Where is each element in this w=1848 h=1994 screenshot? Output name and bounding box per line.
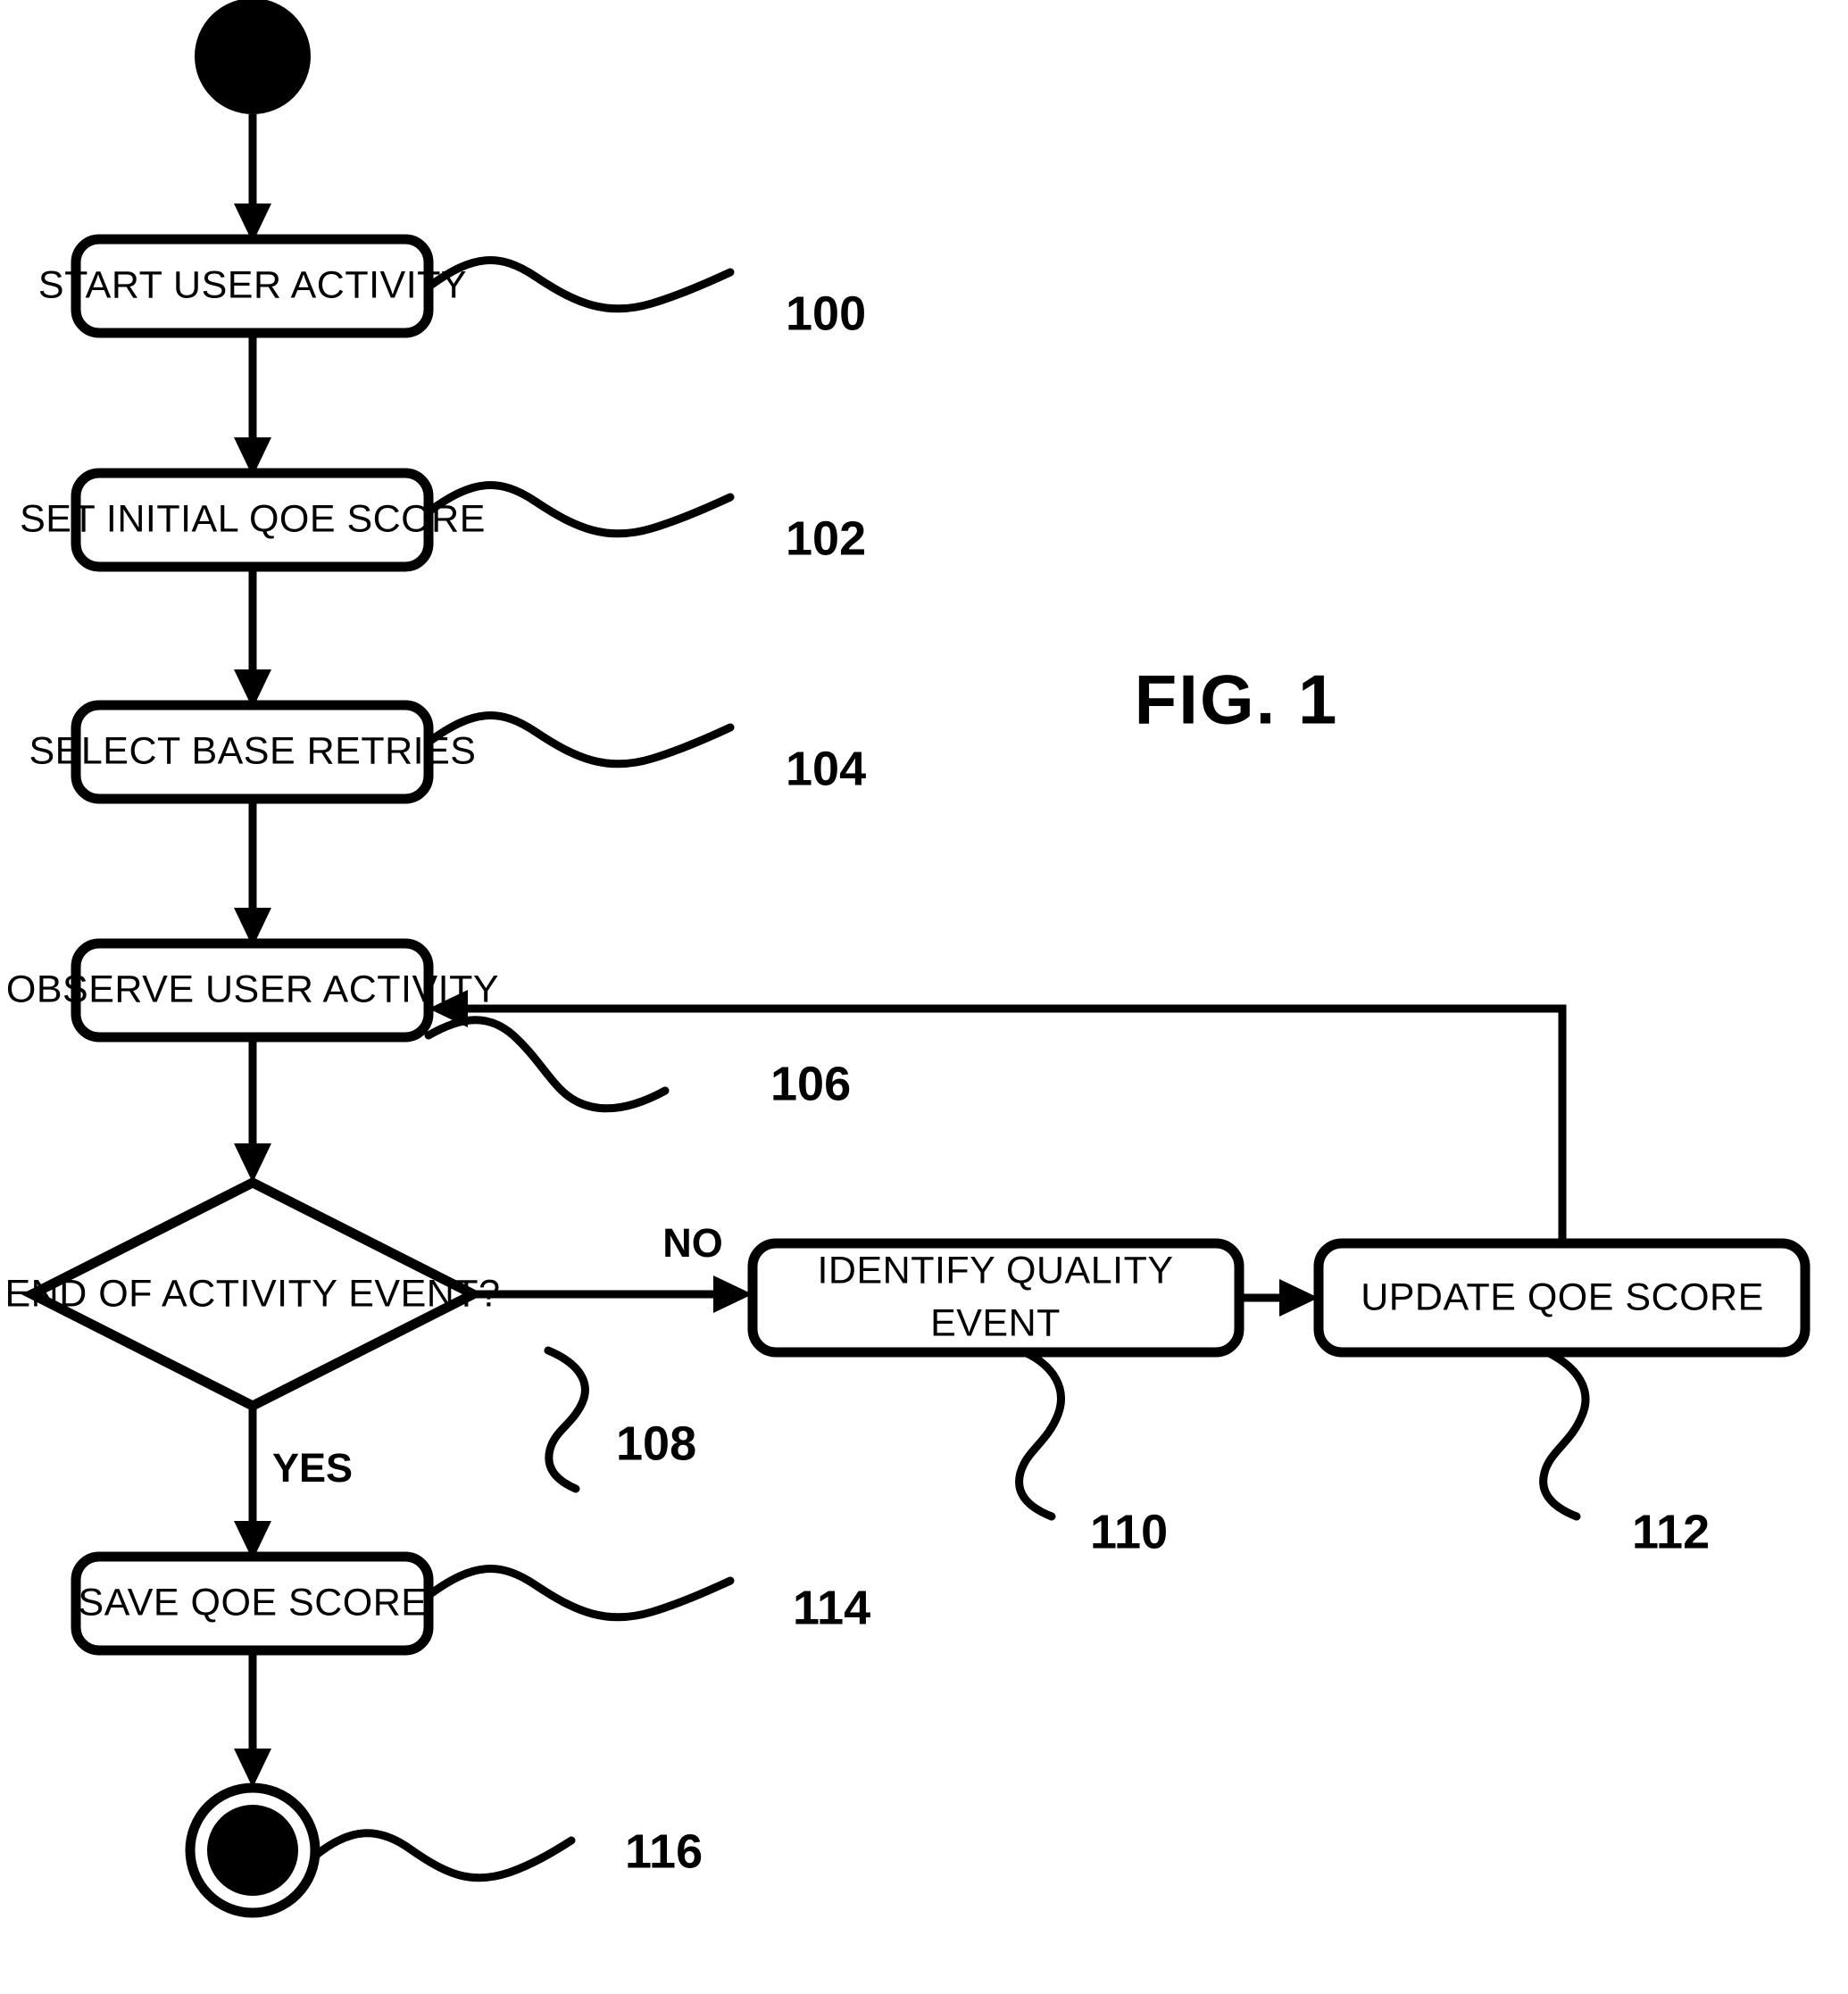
edge-104-to-106 (234, 799, 271, 947)
reference-numeral-110: 110 (1090, 1505, 1168, 1558)
edge-start-to-100 (234, 114, 271, 243)
edge-102-to-104 (234, 567, 271, 709)
reference-numeral-108: 108 (616, 1417, 696, 1470)
leader-line-116: 116 (310, 1824, 703, 1882)
reference-numeral-106: 106 (770, 1057, 851, 1110)
end-node-inner-disc (207, 1805, 298, 1896)
process-label-114: SAVE QOE SCORE (79, 1581, 428, 1624)
decision-label-108: END OF ACTIVITY EVENT? (5, 1272, 501, 1315)
edge-108-to-114: YES (234, 1406, 353, 1560)
process-label-104: SELECT BASE RETRIES (29, 729, 477, 772)
leader-line-108: 108 (544, 1346, 696, 1493)
reference-numeral-100: 100 (786, 287, 866, 340)
patent-figure-root: START USER ACTIVITY 100 SET INITIAL QOE … (0, 0, 1848, 1994)
edge-112-feedback-to-106 (429, 990, 1567, 1243)
leader-line-112: 112 (1539, 1348, 1710, 1558)
process-select-base-retries: SELECT BASE RETRIES (29, 700, 477, 804)
process-label-100: START USER ACTIVITY (38, 263, 467, 306)
figure-title: FIG. 1 (1135, 661, 1339, 739)
edge-label-yes: YES (272, 1445, 353, 1491)
process-save-qoe-score: SAVE QOE SCORE (71, 1551, 434, 1656)
leader-line-106: 106 (424, 1016, 851, 1113)
reference-numeral-114: 114 (793, 1581, 870, 1634)
start-node (195, 0, 311, 114)
edge-label-no: NO (662, 1220, 723, 1266)
edge-114-to-end (234, 1650, 271, 1788)
leader-line-102: 102 (426, 481, 866, 565)
process-label-106: OBSERVE USER ACTIVITY (6, 968, 499, 1010)
edge-106-to-108 (234, 1037, 271, 1183)
process-label-102: SET INITIAL QOE SCORE (20, 497, 486, 540)
reference-numeral-112: 112 (1632, 1505, 1710, 1558)
process-set-initial-qoe-score: SET INITIAL QOE SCORE (20, 468, 486, 572)
leader-line-100: 100 (426, 256, 866, 340)
reference-numeral-102: 102 (786, 511, 866, 565)
process-update-qoe-score: UPDATE QOE SCORE (1313, 1238, 1811, 1358)
process-label-110-line1: IDENTIFY QUALITY (817, 1249, 1173, 1292)
process-start-user-activity: START USER ACTIVITY (38, 234, 467, 338)
reference-numeral-104: 104 (786, 742, 866, 795)
leader-line-114: 114 (426, 1565, 870, 1634)
flowchart-canvas: START USER ACTIVITY 100 SET INITIAL QOE … (5, 0, 1811, 1918)
process-observe-user-activity: OBSERVE USER ACTIVITY (6, 938, 499, 1043)
decision-end-of-activity-event: END OF ACTIVITY EVENT? (5, 1176, 501, 1412)
process-label-112: UPDATE QOE SCORE (1361, 1275, 1764, 1318)
process-identify-quality-event: IDENTIFY QUALITY EVENT (747, 1238, 1244, 1358)
leader-line-110: 110 (1015, 1348, 1168, 1558)
edge-110-to-112 (1239, 1279, 1319, 1317)
start-node-circle (195, 0, 311, 114)
end-node (185, 1782, 320, 1918)
reference-numeral-116: 116 (625, 1824, 703, 1878)
edge-108-to-110: NO (473, 1220, 753, 1313)
process-label-110-line2: EVENT (930, 1301, 1061, 1344)
leader-line-104: 104 (426, 711, 866, 795)
edge-100-to-102 (234, 333, 271, 477)
